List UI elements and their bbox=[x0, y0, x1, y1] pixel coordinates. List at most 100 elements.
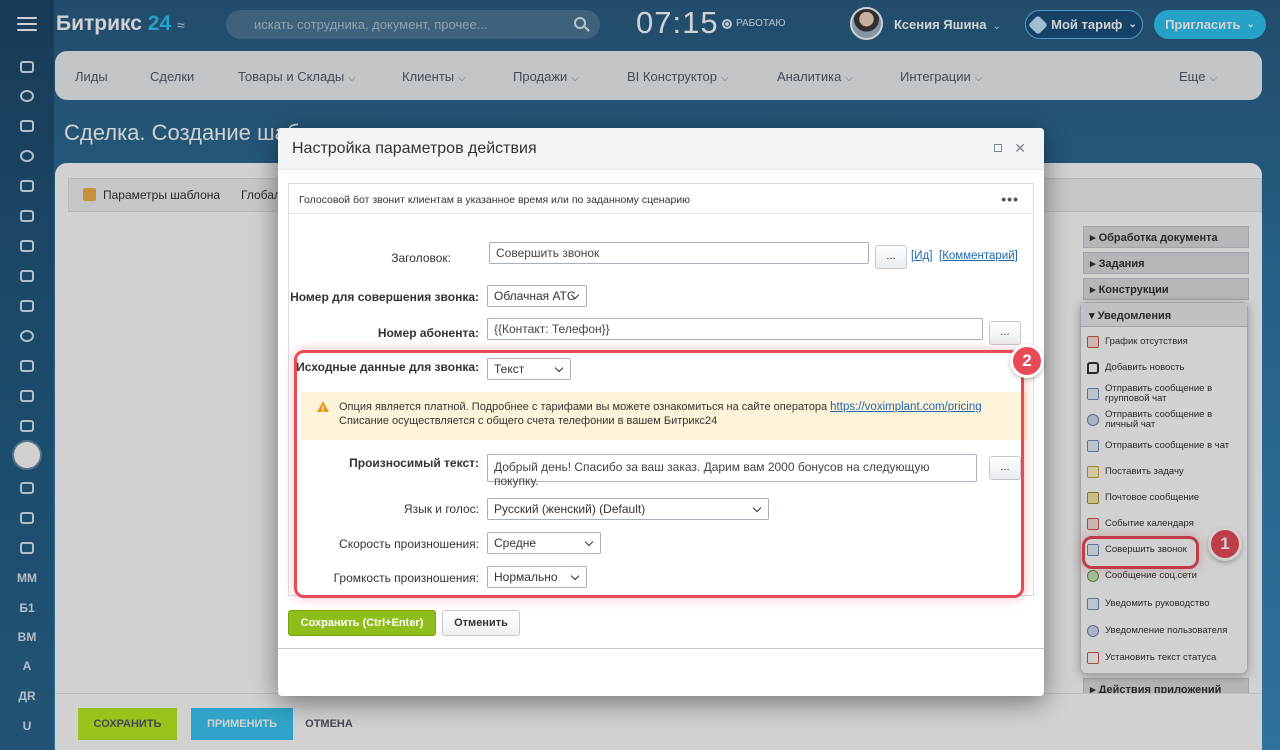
nav-label: Аналитика bbox=[777, 69, 842, 84]
activity-label: Уведомить руководство bbox=[1105, 598, 1210, 610]
avatar[interactable] bbox=[850, 7, 883, 40]
contacts-icon[interactable] bbox=[0, 354, 54, 378]
close-icon[interactable]: ✕ bbox=[1014, 140, 1026, 157]
comment-link[interactable]: [Комментарий] bbox=[939, 250, 1018, 262]
chevron-down-icon: ⌄ bbox=[1246, 19, 1255, 30]
subscriber-number-input[interactable]: {{Контакт: Телефон}} bbox=[487, 318, 983, 340]
caller-number-label: Номер для совершения звонка: bbox=[290, 290, 479, 304]
activity-group-chat[interactable]: Отправить сообщение в групповой чат bbox=[1087, 381, 1243, 407]
invite-button[interactable]: Пригласить ⌄ bbox=[1154, 10, 1266, 39]
cart-icon[interactable] bbox=[0, 114, 54, 138]
activity-private-chat[interactable]: Отправить сообщение в личный чат bbox=[1087, 407, 1243, 433]
tariff-button[interactable]: Мой тариф ⌄ bbox=[1025, 10, 1143, 39]
section-tasks[interactable]: ▸ Задания bbox=[1083, 252, 1249, 274]
activity-task[interactable]: Поставить задачу bbox=[1087, 459, 1243, 485]
sidebar-item-b1[interactable]: Б1 bbox=[0, 596, 54, 620]
activity-status-text[interactable]: Установить текст статуса bbox=[1087, 645, 1243, 671]
nav-item-bi[interactable]: BI Конструктор ⌵ bbox=[627, 69, 729, 84]
task-icon bbox=[1087, 466, 1099, 478]
activity-label: Уведомление пользователя bbox=[1105, 625, 1228, 637]
search-icon[interactable] bbox=[574, 17, 586, 29]
title-input[interactable]: Совершить звонок bbox=[489, 242, 869, 264]
activity-label: Отправить сообщение в чат bbox=[1105, 440, 1230, 452]
bot-icon[interactable] bbox=[0, 440, 54, 470]
sidebar-item-mm[interactable]: MM bbox=[0, 566, 54, 590]
chat-icon[interactable] bbox=[0, 204, 54, 228]
template-params-tab[interactable]: Параметры шаблона bbox=[83, 188, 220, 202]
filter-icon[interactable] bbox=[0, 384, 54, 408]
sidebar-item-u[interactable]: U bbox=[0, 714, 54, 738]
crm-icon[interactable] bbox=[0, 174, 54, 198]
chevron-down-icon: ⌵ bbox=[1209, 73, 1218, 84]
calendar-icon bbox=[1087, 518, 1099, 530]
maximize-icon[interactable] bbox=[994, 144, 1002, 152]
nav-item-integrations[interactable]: Интеграции ⌵ bbox=[900, 69, 982, 84]
doc-icon[interactable] bbox=[0, 264, 54, 288]
activity-user-notification[interactable]: Уведомление пользователя bbox=[1087, 618, 1243, 644]
work-status[interactable]: РАБОТАЮ bbox=[722, 18, 785, 29]
mixed-icon[interactable] bbox=[0, 506, 54, 530]
mail-icon bbox=[1087, 492, 1099, 504]
target-icon[interactable] bbox=[0, 84, 54, 108]
home-icon[interactable] bbox=[0, 55, 54, 79]
activity-label: Установить текст статуса bbox=[1105, 652, 1217, 664]
nav-item-leads[interactable]: Лиды bbox=[75, 69, 108, 84]
activity-chat[interactable]: Отправить сообщение в чат bbox=[1087, 433, 1243, 459]
caller-number-select[interactable]: Облачная АТС bbox=[487, 285, 587, 307]
search-input[interactable]: искать сотрудника, документ, прочее... bbox=[226, 10, 600, 39]
subscriber-dots-button[interactable]: ... bbox=[989, 321, 1021, 345]
more-icon[interactable]: ••• bbox=[1001, 191, 1019, 207]
nav-item-more[interactable]: Еще ⌵ bbox=[1179, 69, 1217, 84]
top-navigation: Лиды Сделки Товары и Склады ⌵ Клиенты ⌵ Пр… bbox=[55, 51, 1262, 100]
bottom-cancel-button[interactable]: ОТМЕНА bbox=[300, 708, 358, 740]
speech-bubble-icon bbox=[1087, 362, 1099, 374]
activity-add-news[interactable]: Добавить новость bbox=[1087, 355, 1243, 381]
user-menu[interactable]: Ксения Яшина ⌄ bbox=[894, 17, 1001, 32]
description-text: Голосовой бот звонит клиентам в указанно… bbox=[299, 194, 691, 206]
nav-item-goods[interactable]: Товары и Склады ⌵ bbox=[238, 69, 356, 84]
stream-icon[interactable] bbox=[0, 414, 54, 438]
section-document-processing[interactable]: ▸ Обработка документа bbox=[1083, 226, 1249, 248]
nav-label: Клиенты bbox=[402, 69, 455, 84]
tariff-label: Мой тариф bbox=[1051, 17, 1123, 32]
tariff-icon bbox=[1028, 14, 1049, 35]
group-icon[interactable] bbox=[0, 324, 54, 348]
activity-absence[interactable]: График отсутствия bbox=[1087, 329, 1243, 355]
title-dots-button[interactable]: ... bbox=[875, 245, 907, 269]
activity-notify-manager[interactable]: Уведомить руководство bbox=[1087, 591, 1243, 617]
record-icon bbox=[722, 18, 732, 29]
nav-item-analytics[interactable]: Аналитика ⌵ bbox=[777, 69, 853, 84]
section-label: Обработка документа bbox=[1098, 232, 1218, 244]
invite-label: Пригласить bbox=[1165, 17, 1241, 32]
chat-icon bbox=[1087, 388, 1099, 400]
activity-label: Отправить сообщение в групповой чат bbox=[1105, 383, 1213, 404]
clock[interactable]: 07:15 bbox=[636, 5, 719, 41]
template-params-label: Параметры шаблона bbox=[103, 188, 221, 202]
chevron-down-icon: ⌵ bbox=[458, 73, 466, 84]
section-notifications[interactable]: ▾ Уведомления bbox=[1081, 303, 1247, 327]
sidebar-item-vm[interactable]: ВМ bbox=[0, 625, 54, 649]
dialog-save-button[interactable]: Сохранить (Ctrl+Enter) bbox=[288, 610, 436, 636]
calendar-icon[interactable] bbox=[0, 234, 54, 258]
sidebar-item-dr[interactable]: ДR bbox=[0, 684, 54, 708]
sidebar-item-a[interactable]: A bbox=[0, 654, 54, 678]
highlight-make-call bbox=[1082, 536, 1199, 569]
id-link[interactable]: [Ид] bbox=[911, 250, 932, 262]
nav-item-sales[interactable]: Продажи ⌵ bbox=[513, 69, 579, 84]
step-badge-1: 1 bbox=[1208, 527, 1242, 561]
nav-item-clients[interactable]: Клиенты ⌵ bbox=[402, 69, 466, 84]
nav-item-deals[interactable]: Сделки bbox=[150, 69, 194, 84]
dialog-cancel-button[interactable]: Отменить bbox=[442, 610, 520, 636]
section-constructions[interactable]: ▸ Конструкции bbox=[1083, 278, 1249, 300]
bottom-save-button[interactable]: СОХРАНИТЬ bbox=[78, 708, 177, 740]
bitrix-logo[interactable]: Битрикс 24 ≈ bbox=[56, 12, 185, 36]
code-icon[interactable] bbox=[0, 536, 54, 560]
user-chat-icon bbox=[1087, 414, 1099, 426]
activity-label: Отправить сообщение в личный чат bbox=[1105, 409, 1213, 430]
activity-mail[interactable]: Почтовое сообщение bbox=[1087, 485, 1243, 511]
bottom-apply-button[interactable]: ПРИМЕНИТЬ bbox=[191, 708, 293, 740]
sites-icon[interactable] bbox=[0, 144, 54, 168]
box-icon[interactable] bbox=[0, 476, 54, 500]
hamburger-menu-icon[interactable] bbox=[17, 17, 37, 31]
drive-icon[interactable] bbox=[0, 294, 54, 318]
